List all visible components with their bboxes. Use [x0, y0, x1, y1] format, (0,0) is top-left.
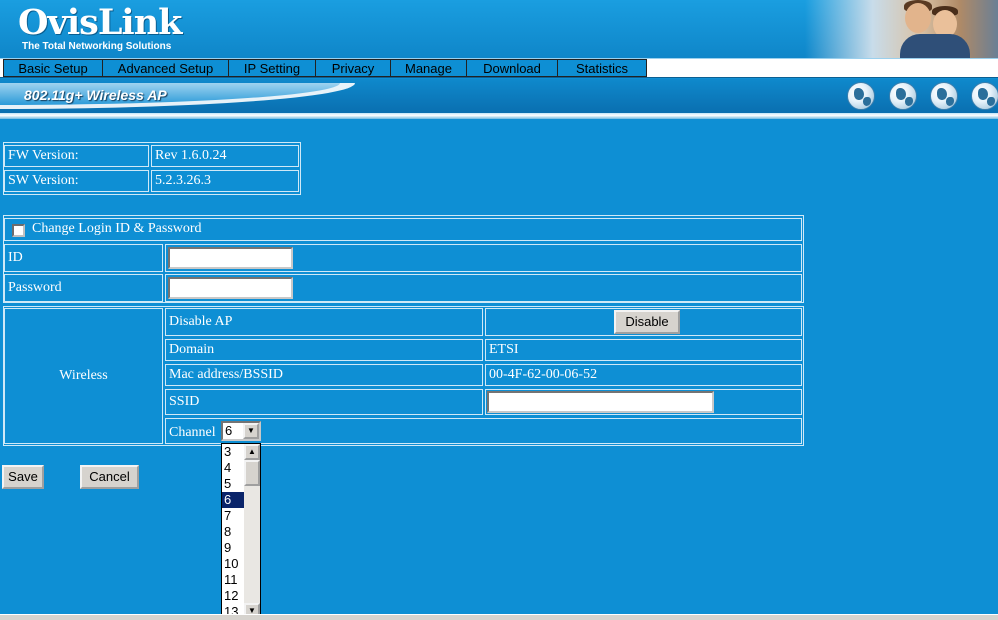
product-banner: 802.11g+ Wireless AP [0, 79, 998, 113]
tab-statistics[interactable]: Statistics [558, 59, 647, 77]
tab-privacy[interactable]: Privacy [316, 59, 391, 77]
channel-dropdown-list[interactable]: 3 4 5 6 7 8 9 10 11 12 13 ▲ ▼ [221, 443, 261, 620]
tab-advanced-setup[interactable]: Advanced Setup [103, 59, 229, 77]
password-label: Password [4, 274, 163, 302]
id-label: ID [4, 244, 163, 272]
channel-option[interactable]: 12 [222, 588, 245, 604]
chevron-down-icon[interactable]: ▼ [243, 423, 259, 439]
channel-option-selected[interactable]: 6 [222, 492, 245, 508]
change-login-checkbox[interactable] [12, 224, 25, 237]
separator [0, 113, 998, 119]
mac-value: 00-4F-62-00-06-52 [485, 364, 802, 386]
channel-option[interactable]: 7 [222, 508, 245, 524]
disable-ap-label: Disable AP [165, 308, 483, 336]
fw-version-value: Rev 1.6.0.24 [151, 145, 299, 167]
scroll-thumb[interactable] [244, 460, 260, 486]
password-input[interactable] [168, 277, 293, 299]
dropdown-scrollbar[interactable]: ▲ ▼ [244, 444, 260, 619]
scroll-up-icon[interactable]: ▲ [244, 444, 260, 460]
channel-option[interactable]: 4 [222, 460, 245, 476]
tab-manage[interactable]: Manage [391, 59, 467, 77]
cancel-button[interactable]: Cancel [80, 465, 139, 489]
header: OvisLink The Total Networking Solutions [0, 0, 998, 58]
channel-option[interactable]: 8 [222, 524, 245, 540]
main-nav: Basic Setup Advanced Setup IP Setting Pr… [0, 58, 998, 78]
wireless-section-label: Wireless [4, 308, 163, 444]
channel-option[interactable]: 11 [222, 572, 245, 588]
channel-select[interactable]: 6 ▼ [221, 421, 261, 441]
tab-ip-setting[interactable]: IP Setting [229, 59, 316, 77]
mac-label: Mac address/BSSID [165, 364, 483, 386]
id-input[interactable] [168, 247, 293, 269]
domain-label: Domain [165, 339, 483, 361]
save-button[interactable]: Save [2, 465, 44, 489]
disable-ap-button[interactable]: Disable [614, 310, 680, 334]
product-title: 802.11g+ Wireless AP [24, 87, 167, 103]
channel-selected-value: 6 [225, 423, 233, 438]
domain-value: ETSI [485, 339, 802, 361]
globe-icon [971, 82, 998, 110]
header-photo [805, 0, 998, 58]
globe-icon [889, 82, 917, 110]
globe-icon [930, 82, 958, 110]
ssid-input[interactable] [487, 391, 714, 413]
sw-version-value: 5.2.3.26.3 [151, 170, 299, 192]
channel-option[interactable]: 3 [222, 444, 245, 460]
brand-logo: OvisLink [18, 2, 182, 43]
tab-download[interactable]: Download [467, 59, 558, 77]
brand-tagline: The Total Networking Solutions [22, 41, 172, 52]
channel-option[interactable]: 5 [222, 476, 245, 492]
tab-basic-setup[interactable]: Basic Setup [3, 59, 103, 77]
fw-version-label: FW Version: [4, 145, 149, 167]
channel-option[interactable]: 9 [222, 540, 245, 556]
status-bar [0, 614, 998, 620]
sw-version-label: SW Version: [4, 170, 149, 192]
channel-option[interactable]: 10 [222, 556, 245, 572]
change-login-label: Change Login ID & Password [4, 218, 802, 241]
globe-icon [847, 82, 875, 110]
ssid-label: SSID [165, 389, 483, 415]
